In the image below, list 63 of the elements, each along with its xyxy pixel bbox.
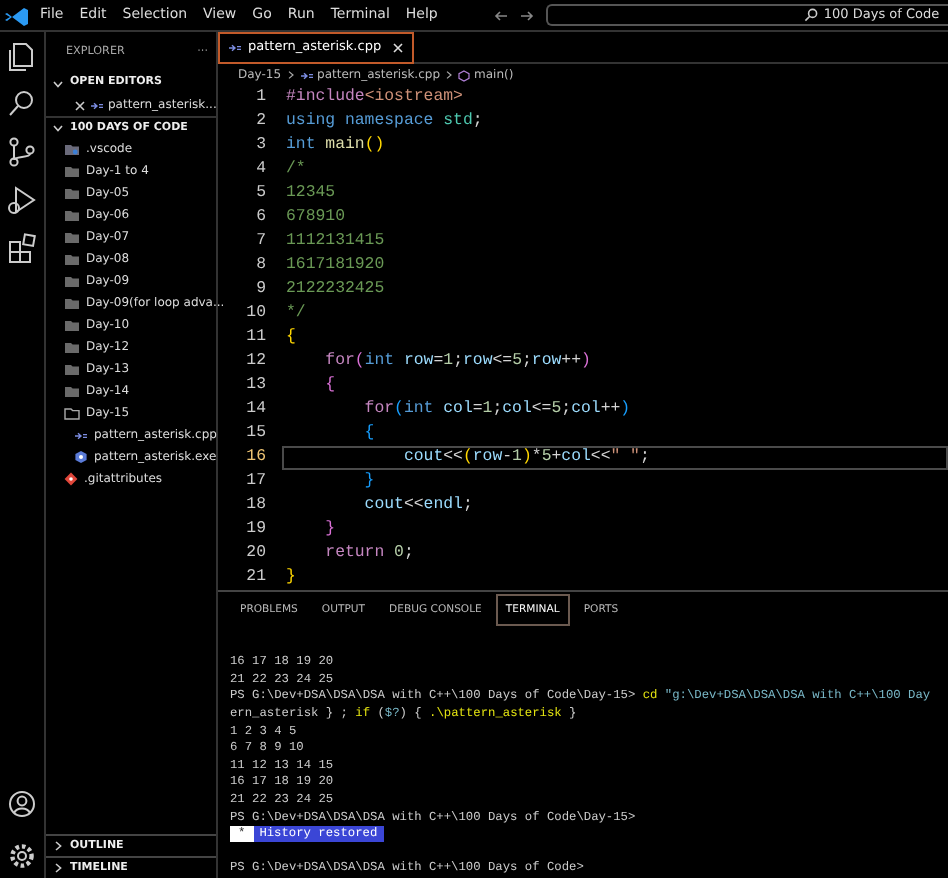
settings-icon[interactable] [8,842,36,870]
close-icon[interactable] [74,99,86,111]
line-number: 4 [254,158,268,183]
code-line: 1617181920 [284,254,387,279]
settings-folder-icon [64,143,80,155]
code-line: for(int col=1;col<=5;col++) [362,398,633,423]
files-icon[interactable] [6,40,38,72]
code-line: /* [284,158,308,183]
code-line: 1112131415 [284,230,387,255]
code-line: */ [284,302,308,327]
account-icon[interactable] [8,790,36,818]
cpp-file-icon [299,69,314,82]
line-number: 7 [254,230,268,255]
line-number: 19 [244,518,268,543]
chevron-right-icon [444,70,454,81]
source-control-icon[interactable] [6,136,38,168]
code-line: int main() [284,134,387,159]
line-number: 1 [254,86,268,111]
line-number: 2 [254,110,268,135]
close-icon[interactable] [391,42,404,54]
back-arrow-icon[interactable] [493,9,508,21]
code-line: for(int row=1;row<=5;row++) [323,350,593,375]
chevron-right-icon [285,70,296,81]
search-icon[interactable] [6,88,38,120]
line-number: 18 [244,494,268,519]
search-icon [803,8,818,22]
code-line: { [284,326,298,351]
code-line: { [362,422,377,447]
code-line: { [323,374,338,399]
code-line: using namespace std; [284,110,485,135]
line-number: 8 [254,254,268,279]
line-number: 12 [244,350,268,375]
line-number: 17 [244,470,268,495]
forward-arrow-icon[interactable] [519,9,534,21]
line-number: 5 [254,182,268,207]
executable-file-icon [74,450,88,464]
code-line: 678910 [284,206,347,231]
run-debug-icon[interactable] [6,184,38,216]
line-number: 10 [244,302,268,327]
code-line: } [323,518,338,543]
line-number: 3 [254,134,268,159]
code-line: } [362,470,377,495]
cpp-file-icon [74,429,88,441]
line-number: 21 [244,566,268,591]
cpp-file-icon [90,99,104,111]
line-number: 6 [254,206,268,231]
code-line: } [284,566,298,591]
code-line: 12345 [284,182,338,207]
code-line: cout<<endl; [362,494,475,519]
line-number: 11 [244,326,268,351]
code-line: 2122232425 [284,278,387,303]
app-logo-icon [4,5,32,25]
line-number: 14 [244,398,268,423]
line-number: 15 [244,422,268,447]
git-file-icon [64,472,78,486]
cpp-file-icon [228,42,242,54]
line-number: 20 [244,542,268,567]
code-line: return 0; [323,542,416,567]
extensions-icon[interactable] [6,232,38,264]
line-number: 16 [244,446,268,471]
function-icon [458,69,470,82]
line-number: 13 [244,374,268,399]
code-line: #include<iostream> [284,86,465,111]
